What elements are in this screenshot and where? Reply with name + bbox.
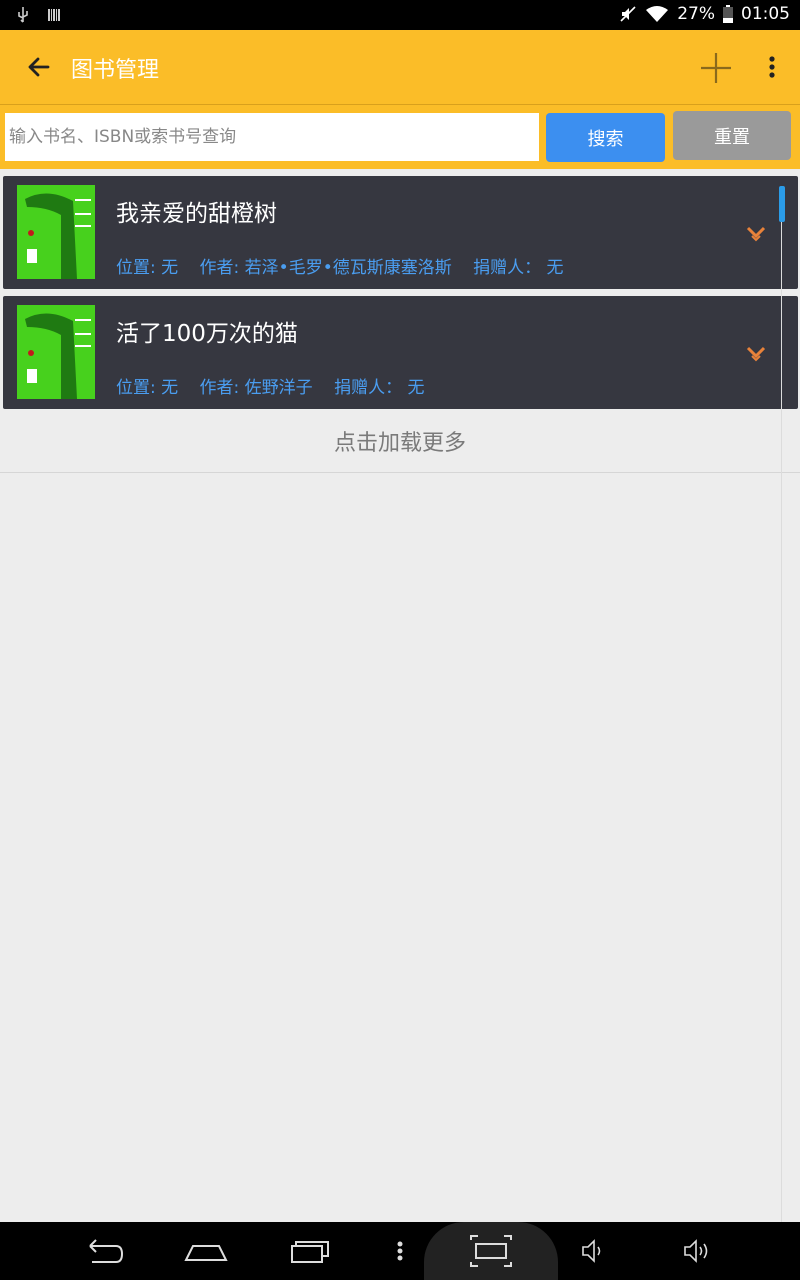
- battery-percent: 27%: [677, 4, 715, 24]
- reset-button[interactable]: 重置: [673, 111, 791, 160]
- search-bar: 搜索 重置: [0, 104, 800, 169]
- menu-dots-icon[interactable]: [392, 1232, 408, 1270]
- usb-icon: [18, 7, 28, 23]
- book-cover-image: [17, 185, 95, 279]
- scrollbar-thumb[interactable]: [779, 186, 785, 222]
- plus-icon[interactable]: [698, 50, 734, 86]
- battery-icon: [723, 5, 733, 23]
- clock: 01:05: [741, 4, 790, 24]
- chevron-down-icon[interactable]: [745, 344, 767, 362]
- chevron-down-icon[interactable]: [745, 224, 767, 242]
- book-cover-image: [17, 305, 95, 399]
- mute-icon: [620, 6, 636, 22]
- book-card[interactable]: 活了100万次的猫 位置: 无 作者: 佐野洋子 捐赠人： 无: [3, 296, 798, 409]
- volume-down-icon[interactable]: [580, 1232, 606, 1270]
- book-meta: 位置: 无 作者: 佐野洋子 捐赠人： 无: [116, 373, 441, 398]
- scrollbar-track: [781, 186, 782, 1222]
- app-bar: 图书管理: [0, 30, 800, 104]
- giving-tree-cover-icon: [17, 305, 95, 399]
- search-input[interactable]: [5, 113, 539, 161]
- screenshot-icon[interactable]: [468, 1232, 514, 1270]
- page-title: 图书管理: [71, 58, 160, 83]
- home-nav-icon[interactable]: [183, 1232, 229, 1270]
- book-author: 作者: 佐野洋子: [199, 378, 313, 398]
- book-donor: 捐赠人： 无: [334, 378, 425, 398]
- book-location: 位置: 无: [116, 258, 179, 278]
- book-meta: 位置: 无 作者: 若泽•毛罗•德瓦斯康塞洛斯 捐赠人： 无: [116, 253, 580, 278]
- search-button[interactable]: 搜索: [546, 113, 665, 162]
- recent-apps-icon[interactable]: [288, 1232, 332, 1270]
- book-title: 我亲爱的甜橙树: [116, 201, 277, 227]
- book-title: 活了100万次的猫: [116, 321, 298, 347]
- wifi-icon: [646, 6, 669, 22]
- book-location: 位置: 无: [116, 378, 179, 398]
- book-author: 作者: 若泽•毛罗•德瓦斯康塞洛斯: [199, 258, 452, 278]
- book-donor: 捐赠人： 无: [473, 258, 564, 278]
- back-nav-icon[interactable]: [80, 1232, 124, 1270]
- book-card[interactable]: 我亲爱的甜橙树 位置: 无 作者: 若泽•毛罗•德瓦斯康塞洛斯 捐赠人： 无: [3, 176, 798, 289]
- system-nav-bar: [0, 1222, 800, 1280]
- more-vert-icon[interactable]: [760, 52, 784, 84]
- barcode-icon: [48, 9, 60, 21]
- giving-tree-cover-icon: [17, 185, 95, 279]
- volume-up-icon[interactable]: [682, 1232, 712, 1270]
- status-bar: 27% 01:05: [0, 0, 800, 30]
- load-more-button[interactable]: 点击加载更多: [0, 410, 800, 473]
- back-arrow-icon[interactable]: [20, 48, 58, 86]
